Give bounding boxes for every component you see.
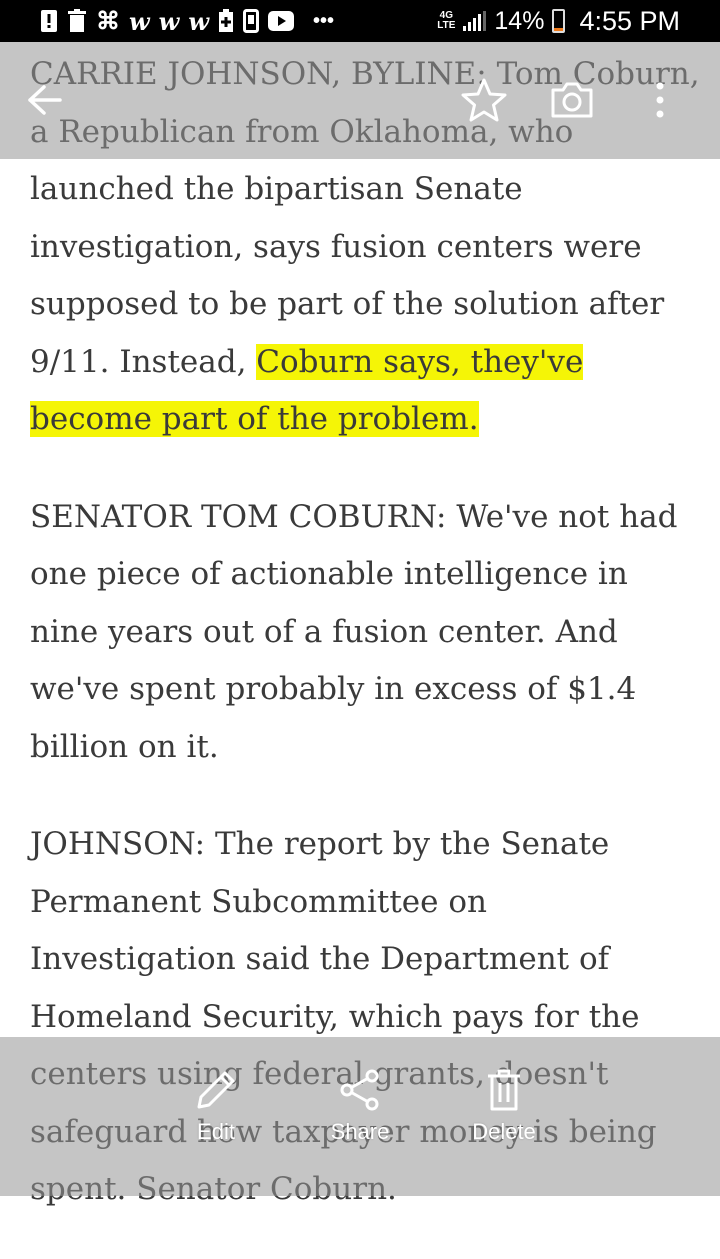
paragraph-2: SENATOR TOM COBURN: We've not had one pi… <box>30 498 678 765</box>
network-sub-label: LTE <box>437 20 456 31</box>
back-button[interactable] <box>14 70 74 130</box>
star-icon <box>461 78 507 122</box>
share-button[interactable]: Share <box>300 1067 420 1167</box>
w-icon: w <box>188 6 210 36</box>
status-bar: ⌘ w w w ••• 4G LTE 14% 4:55 PM <box>0 0 720 42</box>
pencil-icon <box>197 1071 235 1109</box>
system-status: 4G LTE 14% 4:55 PM <box>437 0 680 42</box>
bottom-toolbar: Edit Share Delete <box>0 1037 720 1196</box>
more-vert-icon <box>656 82 664 118</box>
trash-icon <box>68 9 86 32</box>
share-icon <box>340 1069 379 1111</box>
more-notifications: ••• <box>313 9 335 32</box>
camera-icon <box>551 82 593 118</box>
more-options-button[interactable] <box>630 70 690 130</box>
signal-icon <box>463 11 487 31</box>
top-toolbar <box>0 42 720 159</box>
battery-icon <box>552 9 566 33</box>
notification-icons: ⌘ w w w ••• <box>40 0 334 42</box>
trash-icon <box>488 1069 520 1111</box>
edit-button[interactable]: Edit <box>156 1067 276 1167</box>
battery-fill <box>554 28 564 31</box>
back-arrow-icon <box>28 85 62 115</box>
favorite-button[interactable] <box>454 70 514 130</box>
camera-button[interactable] <box>542 70 602 130</box>
alert-icon <box>41 10 57 32</box>
share-label: Share <box>330 1119 390 1144</box>
youtube-icon <box>268 11 295 31</box>
delete-button[interactable]: Delete <box>444 1067 564 1167</box>
delete-label: Delete <box>472 1119 536 1144</box>
edit-label: Edit <box>197 1119 235 1144</box>
battery-plus-icon <box>219 9 234 32</box>
w-icon: w <box>129 6 150 36</box>
clock: 4:55 PM <box>579 5 680 36</box>
battery-percent: 14% <box>494 6 545 35</box>
w-icon: w <box>158 6 180 36</box>
command-icon: ⌘ <box>96 7 120 35</box>
network-type: 4G LTE <box>437 11 455 31</box>
phone-icon <box>243 9 260 33</box>
